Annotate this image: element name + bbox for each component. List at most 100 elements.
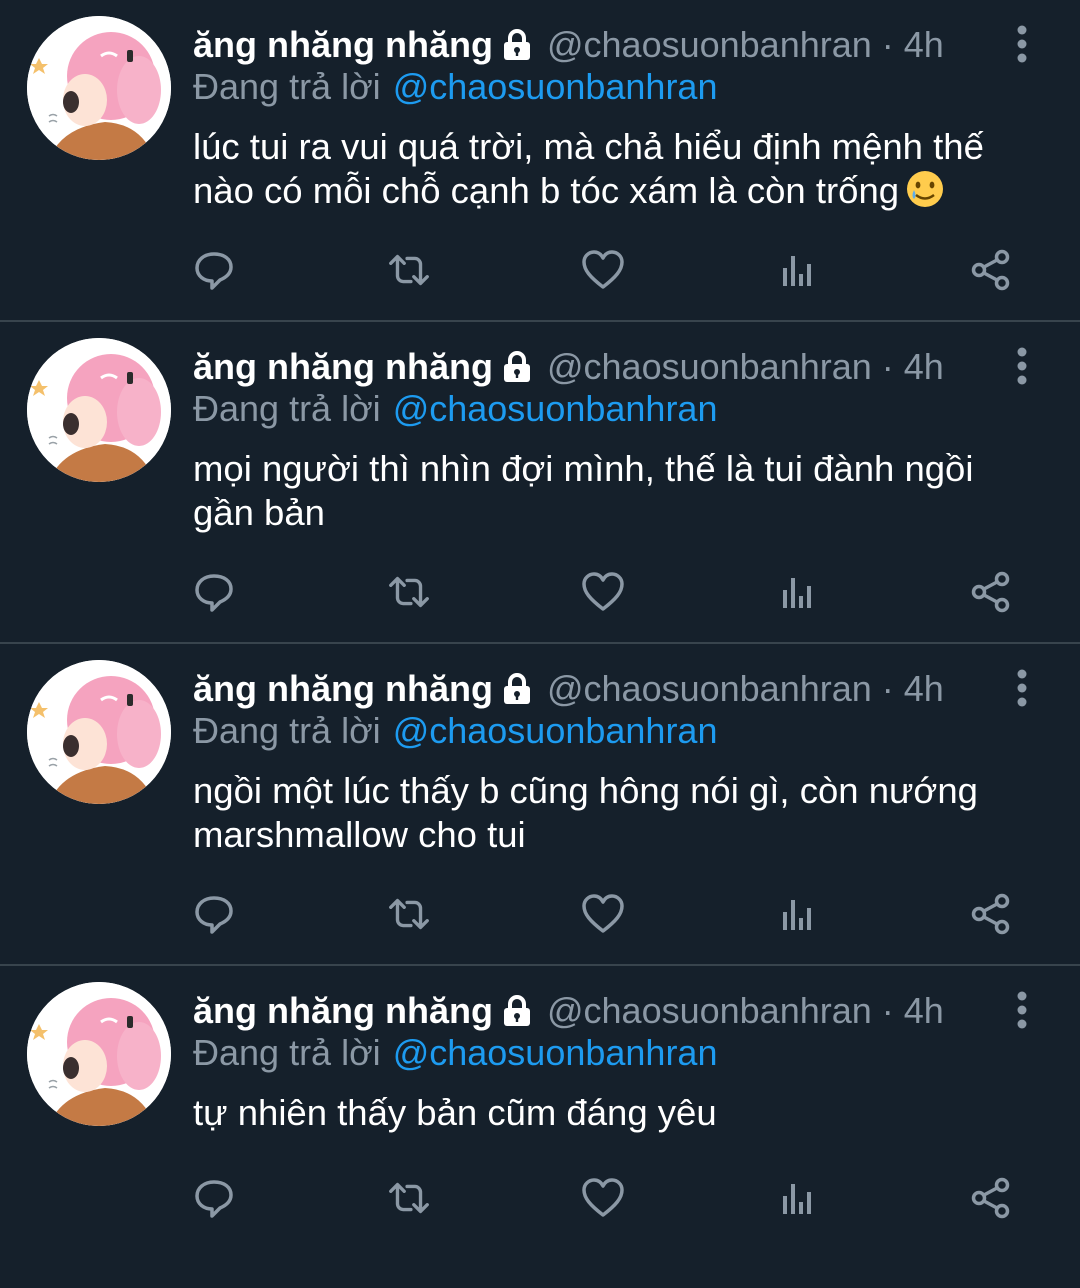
tweet-text-content: tự nhiên thấy bản cũm đáng yêu [193, 1092, 717, 1133]
retweet-button[interactable] [385, 568, 433, 616]
tweet-text: tự nhiên thấy bản cũm đáng yêu [193, 1091, 1033, 1135]
mention-link[interactable]: @chaosuonbanhran [393, 66, 718, 107]
tweet[interactable]: ăng nhăng nhăng @chaosuonbanhran · 4h Đa… [0, 966, 1080, 1288]
analytics-icon [783, 900, 811, 930]
mention-link[interactable]: @chaosuonbanhran [393, 710, 718, 751]
tweet-text: lúc tui ra vui quá trời, mà chả hiểu địn… [193, 125, 1033, 213]
share-icon [971, 249, 1010, 291]
timestamp[interactable]: 4h [904, 346, 944, 388]
lock-icon [499, 993, 535, 1029]
like-button[interactable] [579, 246, 627, 294]
timestamp[interactable]: 4h [904, 668, 944, 710]
tweet-header: ăng nhăng nhăng @chaosuonbanhran · 4h [193, 22, 944, 68]
reply-icon [195, 1180, 233, 1218]
user-handle[interactable]: @chaosuonbanhran [547, 668, 872, 710]
tweet-text-content: ngồi một lúc thấy b cũng hông nói gì, cò… [193, 770, 978, 855]
separator-dot: · [881, 24, 894, 65]
like-button[interactable] [579, 568, 627, 616]
reply-button[interactable] [190, 568, 238, 616]
display-name[interactable]: ăng nhăng nhăng [193, 668, 493, 710]
reply-button[interactable] [190, 1174, 238, 1222]
more-vertical-icon[interactable] [1008, 24, 1036, 64]
tweet-actions [0, 890, 1080, 938]
share-button[interactable] [967, 1174, 1015, 1222]
share-button[interactable] [967, 890, 1015, 938]
replying-to: Đang trả lời @chaosuonbanhran [193, 1032, 717, 1074]
user-handle[interactable]: @chaosuonbanhran [547, 990, 872, 1032]
replying-label: Đang trả lời [193, 1032, 381, 1073]
heart-icon [582, 894, 624, 933]
display-name[interactable]: ăng nhăng nhăng [193, 346, 493, 388]
avatar[interactable] [27, 16, 171, 160]
more-vertical-icon[interactable] [1008, 668, 1036, 708]
heart-icon [582, 1178, 624, 1217]
replying-to: Đang trả lời @chaosuonbanhran [193, 388, 717, 430]
separator-dot: · [881, 668, 894, 709]
display-name[interactable]: ăng nhăng nhăng [193, 24, 493, 66]
tweet-actions [0, 568, 1080, 616]
user-handle[interactable]: @chaosuonbanhran [547, 346, 872, 388]
retweet-icon [389, 254, 429, 286]
more-vertical-icon[interactable] [1008, 346, 1036, 386]
lock-icon [499, 349, 535, 385]
tweet-text-content: lúc tui ra vui quá trời, mà chả hiểu địn… [193, 126, 984, 211]
analytics-button[interactable] [773, 568, 821, 616]
tweet-header: ăng nhăng nhăng @chaosuonbanhran · 4h [193, 988, 944, 1034]
share-icon [971, 1177, 1010, 1219]
avatar[interactable] [27, 982, 171, 1126]
share-button[interactable] [967, 246, 1015, 294]
tweet-text: mọi người thì nhìn đợi mình, thế là tui … [193, 447, 1033, 535]
retweet-icon [389, 1182, 429, 1214]
share-button[interactable] [967, 568, 1015, 616]
analytics-icon [783, 578, 811, 608]
analytics-button[interactable] [773, 1174, 821, 1222]
avatar[interactable] [27, 660, 171, 804]
avatar[interactable] [27, 338, 171, 482]
analytics-button[interactable] [773, 246, 821, 294]
share-icon [971, 893, 1010, 935]
replying-to: Đang trả lời @chaosuonbanhran [193, 710, 717, 752]
heart-icon [582, 572, 624, 611]
tweet[interactable]: ăng nhăng nhăng @chaosuonbanhran · 4h Đa… [0, 322, 1080, 644]
analytics-icon [783, 1184, 811, 1214]
tweet[interactable]: ăng nhăng nhăng @chaosuonbanhran · 4h Đa… [0, 0, 1080, 322]
tweet-text: ngồi một lúc thấy b cũng hông nói gì, cò… [193, 769, 1033, 857]
like-button[interactable] [579, 890, 627, 938]
separator-dot: · [881, 990, 894, 1031]
reply-icon [195, 252, 233, 290]
avatar-illustration [27, 338, 171, 482]
tweet-text-content: mọi người thì nhìn đợi mình, thế là tui … [193, 448, 974, 533]
display-name[interactable]: ăng nhăng nhăng [193, 990, 493, 1032]
reply-icon [195, 574, 233, 612]
avatar-illustration [27, 660, 171, 804]
separator-dot: · [881, 346, 894, 387]
more-vertical-icon[interactable] [1008, 990, 1036, 1030]
lock-icon [499, 671, 535, 707]
replying-label: Đang trả lời [193, 66, 381, 107]
tweet-actions [0, 1174, 1080, 1222]
retweet-button[interactable] [385, 1174, 433, 1222]
user-handle[interactable]: @chaosuonbanhran [547, 24, 872, 66]
reply-button[interactable] [190, 246, 238, 294]
avatar-illustration [27, 982, 171, 1126]
retweet-icon [389, 898, 429, 930]
replying-label: Đang trả lời [193, 388, 381, 429]
tweet-actions [0, 246, 1080, 294]
mention-link[interactable]: @chaosuonbanhran [393, 1032, 718, 1073]
share-icon [971, 571, 1010, 613]
replying-label: Đang trả lời [193, 710, 381, 751]
analytics-icon [783, 256, 811, 286]
reply-button[interactable] [190, 890, 238, 938]
analytics-button[interactable] [773, 890, 821, 938]
tweet-feed: ăng nhăng nhăng @chaosuonbanhran · 4h Đa… [0, 0, 1080, 1229]
smiling-face-with-tear-emoji [905, 169, 945, 209]
retweet-button[interactable] [385, 246, 433, 294]
tweet[interactable]: ăng nhăng nhăng @chaosuonbanhran · 4h Đa… [0, 644, 1080, 966]
retweet-button[interactable] [385, 890, 433, 938]
retweet-icon [389, 576, 429, 608]
mention-link[interactable]: @chaosuonbanhran [393, 388, 718, 429]
reply-icon [195, 896, 233, 934]
timestamp[interactable]: 4h [904, 990, 944, 1032]
like-button[interactable] [579, 1174, 627, 1222]
timestamp[interactable]: 4h [904, 24, 944, 66]
